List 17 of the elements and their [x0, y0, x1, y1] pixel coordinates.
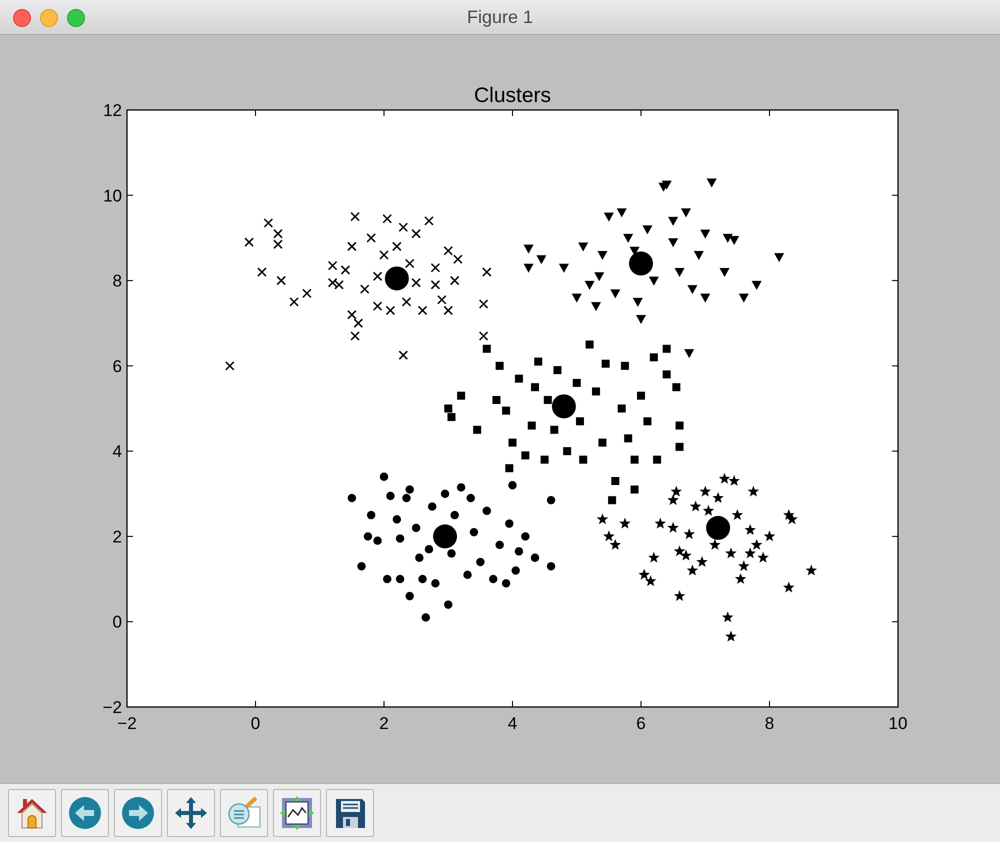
y-tick-label: 12	[103, 101, 122, 120]
x-tick-label: 2	[379, 714, 389, 733]
x-tick-label: 8	[764, 714, 774, 733]
x-tick-label: 10	[888, 714, 908, 733]
x-tick-label: 4	[508, 714, 518, 733]
y-tick-label: −2	[102, 698, 122, 717]
x-tick-label: 6	[636, 714, 646, 733]
y-tick-label: 6	[112, 356, 122, 376]
x-tick-label: −2	[117, 714, 137, 733]
y-tick-label: 0	[112, 612, 122, 632]
y-tick-label: 2	[112, 527, 122, 546]
y-tick-label: 8	[112, 272, 122, 291]
chart-title: Clusters	[474, 84, 552, 107]
x-tick-label: 0	[250, 714, 260, 733]
y-tick-label: 10	[103, 186, 122, 206]
y-tick-label: 4	[112, 442, 122, 462]
window-title: Figure 1	[466, 6, 534, 28]
